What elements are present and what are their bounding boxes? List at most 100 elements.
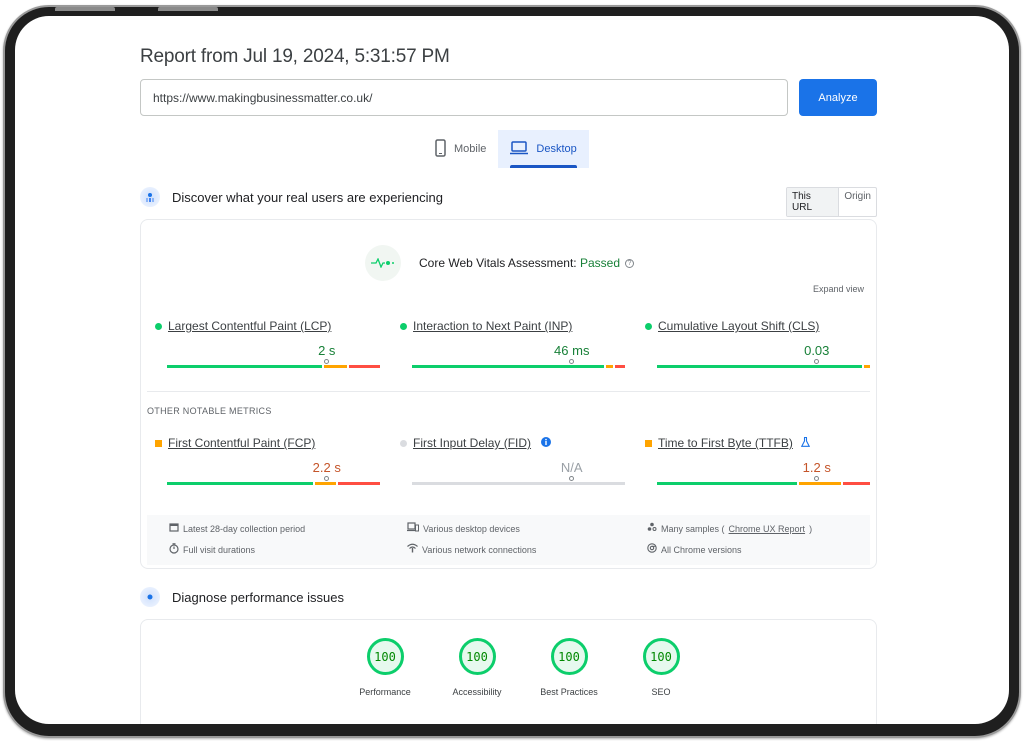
metric-link[interactable]: Time to First Byte (TTFB) — [658, 436, 793, 450]
good-dot-icon — [400, 322, 407, 330]
field-data-card: Core Web Vitals Assessment: Passed? Expa… — [140, 219, 877, 569]
cwv-assessment-text: Core Web Vitals Assessment: Passed? — [419, 256, 634, 270]
metric-label: Cumulative Layout Shift (CLS) — [645, 319, 860, 333]
needs-improvement-segment — [863, 365, 870, 368]
good-segment — [412, 482, 625, 485]
score-label: Best Practices — [540, 687, 598, 697]
info-text: All Chrome versions — [661, 544, 742, 555]
tab-desktop-label: Desktop — [536, 143, 577, 155]
collection-info: Latest 28-day collection period Various … — [147, 515, 870, 565]
average-square-icon — [155, 439, 162, 447]
neutral-dot-icon — [400, 439, 407, 447]
score-label: Accessibility — [452, 687, 502, 697]
metric-link[interactable]: First Contentful Paint (FCP) — [168, 436, 315, 450]
tab-mobile-label: Mobile — [454, 143, 487, 155]
p75-marker — [568, 476, 574, 481]
field-data-heading: Discover what your real users are experi… — [172, 189, 443, 205]
info-samples: Many samples ( Chrome UX Report) — [647, 522, 812, 535]
metric-label: Interaction to Next Paint (INP) — [400, 319, 615, 333]
screen: Report from Jul 19, 2024, 5:31:57 PM Ana… — [15, 16, 1009, 724]
field-data-header: Discover what your real users are experi… — [140, 187, 443, 207]
metric-inp: Interaction to Next Paint (INP) 46 ms — [400, 319, 625, 368]
tab-mobile[interactable]: Mobile — [423, 130, 498, 168]
info-chrome-versions: All Chrome versions — [647, 543, 742, 556]
needs-improvement-segment — [799, 482, 841, 485]
analyze-button[interactable]: Analyze — [799, 79, 877, 116]
p75-marker — [813, 359, 819, 364]
wifi-icon — [407, 543, 418, 556]
score-gauge-performance[interactable]: 100 Performance — [339, 638, 431, 697]
metric-link[interactable]: Interaction to Next Paint (INP) — [413, 319, 572, 333]
diagnose-heading: Diagnose performance issues — [172, 589, 344, 605]
distribution-bar — [657, 365, 870, 368]
metric-link[interactable]: Cumulative Layout Shift (CLS) — [658, 319, 819, 333]
good-segment — [167, 482, 314, 485]
poor-segment — [614, 365, 625, 368]
metric-value: 46 ms — [554, 343, 590, 358]
needs-improvement-segment — [606, 365, 613, 368]
distribution-bar — [412, 482, 625, 485]
good-dot-icon — [645, 322, 652, 330]
phone-icon — [435, 138, 446, 160]
score-gauge-best-practices[interactable]: 100 Best Practices — [523, 638, 615, 697]
calendar-icon — [169, 522, 179, 535]
score-label: Performance — [359, 687, 411, 697]
metric-ttfb: Time to First Byte (TTFB) 1.2 s — [645, 436, 870, 485]
metric-fid: First Input Delay (FID) N/A — [400, 436, 625, 485]
metric-value: 2.2 s — [312, 460, 341, 475]
metric-label: First Input Delay (FID) — [400, 436, 615, 450]
info-icon[interactable] — [541, 436, 552, 450]
info-text: Many samples ( — [661, 523, 725, 534]
tab-desktop[interactable]: Desktop — [498, 130, 589, 168]
url-input[interactable] — [140, 79, 788, 116]
poor-segment — [842, 482, 870, 485]
distribution-bar — [412, 365, 625, 368]
metric-link[interactable]: Largest Contentful Paint (LCP) — [168, 319, 331, 333]
device-tabs: Mobile Desktop — [423, 130, 589, 168]
metric-value: 0.03 — [804, 343, 830, 358]
divider — [147, 391, 870, 392]
report-title: Report from Jul 19, 2024, 5:31:57 PM — [140, 46, 450, 67]
score-gauges: 100 Performance 100 Accessibility 100 Best Pr… — [339, 638, 707, 697]
chrome-ux-report-link[interactable]: Chrome UX Report — [729, 524, 806, 534]
info-collection-period: Latest 28-day collection period — [169, 522, 305, 535]
metric-cls: Cumulative Layout Shift (CLS) 0.03 — [645, 319, 870, 368]
users-icon — [140, 187, 160, 207]
metric-label: Time to First Byte (TTFB) — [645, 436, 860, 450]
p75-marker — [813, 476, 819, 481]
metric-link[interactable]: First Input Delay (FID) — [413, 436, 531, 450]
good-segment — [657, 365, 862, 368]
timer-icon — [169, 543, 179, 557]
chrome-icon — [647, 543, 657, 556]
metric-value: 1.2 s — [802, 460, 831, 475]
p75-marker — [323, 476, 329, 481]
metric-label: Largest Contentful Paint (LCP) — [155, 319, 370, 333]
score-circle: 100 — [458, 638, 496, 675]
good-segment — [167, 365, 322, 368]
power-button — [158, 7, 218, 11]
info-text: Various desktop devices — [423, 523, 520, 534]
score-gauge-accessibility[interactable]: 100 Accessibility — [431, 638, 523, 697]
flask-icon[interactable] — [800, 436, 810, 450]
samples-icon — [647, 522, 657, 535]
cwv-status: Passed — [579, 256, 620, 270]
origin-option[interactable]: Origin — [839, 188, 876, 216]
help-icon[interactable]: ? — [625, 259, 634, 269]
distribution-bar — [167, 365, 380, 368]
metric-fcp: First Contentful Paint (FCP) 2.2 s — [155, 436, 380, 485]
metric-label: First Contentful Paint (FCP) — [155, 436, 370, 450]
info-text-suffix: ) — [809, 523, 813, 534]
needs-improvement-segment — [315, 482, 337, 485]
expand-view-link[interactable]: Expand view — [813, 284, 864, 294]
url-origin-toggle: This URL Origin — [786, 187, 877, 217]
score-gauge-seo[interactable]: 100 SEO — [615, 638, 707, 697]
info-text: Various network connections — [422, 544, 537, 555]
volume-button — [55, 7, 115, 11]
metric-lcp: Largest Contentful Paint (LCP) 2 s — [155, 319, 380, 368]
score-label: SEO — [651, 687, 671, 697]
diagnose-header: Diagnose performance issues — [140, 587, 344, 607]
good-segment — [412, 365, 605, 368]
other-metrics-heading: OTHER NOTABLE METRICS — [147, 406, 272, 416]
poor-segment — [338, 482, 380, 485]
this-url-option[interactable]: This URL — [787, 188, 840, 216]
